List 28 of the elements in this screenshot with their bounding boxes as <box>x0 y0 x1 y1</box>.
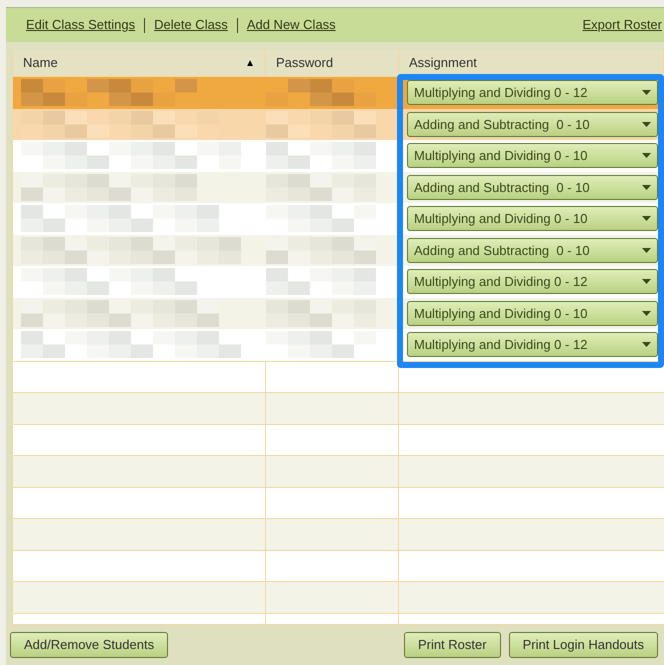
assignment-dropdown[interactable]: Multiplying and Dividing 0 - 12 <box>407 332 658 358</box>
caret-icon <box>642 248 651 253</box>
caret-icon <box>642 90 651 96</box>
assignment-dropdown[interactable]: Adding and Subtracting 0 - 10 <box>407 112 658 137</box>
toolbar-link[interactable]: Delete Class <box>154 15 228 35</box>
action-button[interactable]: Print Login Handouts <box>508 632 658 658</box>
action-button[interactable]: Add/Remove Students <box>10 632 168 658</box>
export-roster-link[interactable]: Export Roster <box>582 15 662 35</box>
assignment-dropdown[interactable]: Multiplying and Dividing 0 - 10 <box>407 143 658 168</box>
caret-icon <box>642 279 651 284</box>
caret-icon <box>642 153 651 158</box>
caret-icon <box>642 122 651 127</box>
caret-icon <box>642 342 651 348</box>
column-header[interactable]: Password <box>266 50 399 76</box>
assignment-dropdown[interactable]: Adding and Subtracting 0 - 10 <box>407 238 658 263</box>
assignment-dropdown[interactable]: Adding and Subtracting 0 - 10 <box>407 174 658 200</box>
assignment-dropdown[interactable]: Multiplying and Dividing 0 - 10 <box>407 206 658 232</box>
column-header[interactable]: Name ▲ <box>13 50 266 76</box>
toolbar-link[interactable]: Add New Class <box>246 15 336 35</box>
caret-icon <box>642 184 651 190</box>
assignment-dropdown[interactable]: Multiplying and Dividing 0 - 12 <box>407 80 658 106</box>
assignment-dropdown[interactable]: Multiplying and Dividing 0 - 10 <box>407 300 658 326</box>
assignment-dropdown[interactable]: Multiplying and Dividing 0 - 12 <box>407 269 658 294</box>
toolbar-link[interactable]: Edit Class Settings <box>26 15 136 35</box>
column-header[interactable]: Assignment <box>399 50 664 76</box>
caret-icon <box>642 310 651 316</box>
caret-icon <box>642 216 651 222</box>
action-button[interactable]: Print Roster <box>404 632 501 658</box>
